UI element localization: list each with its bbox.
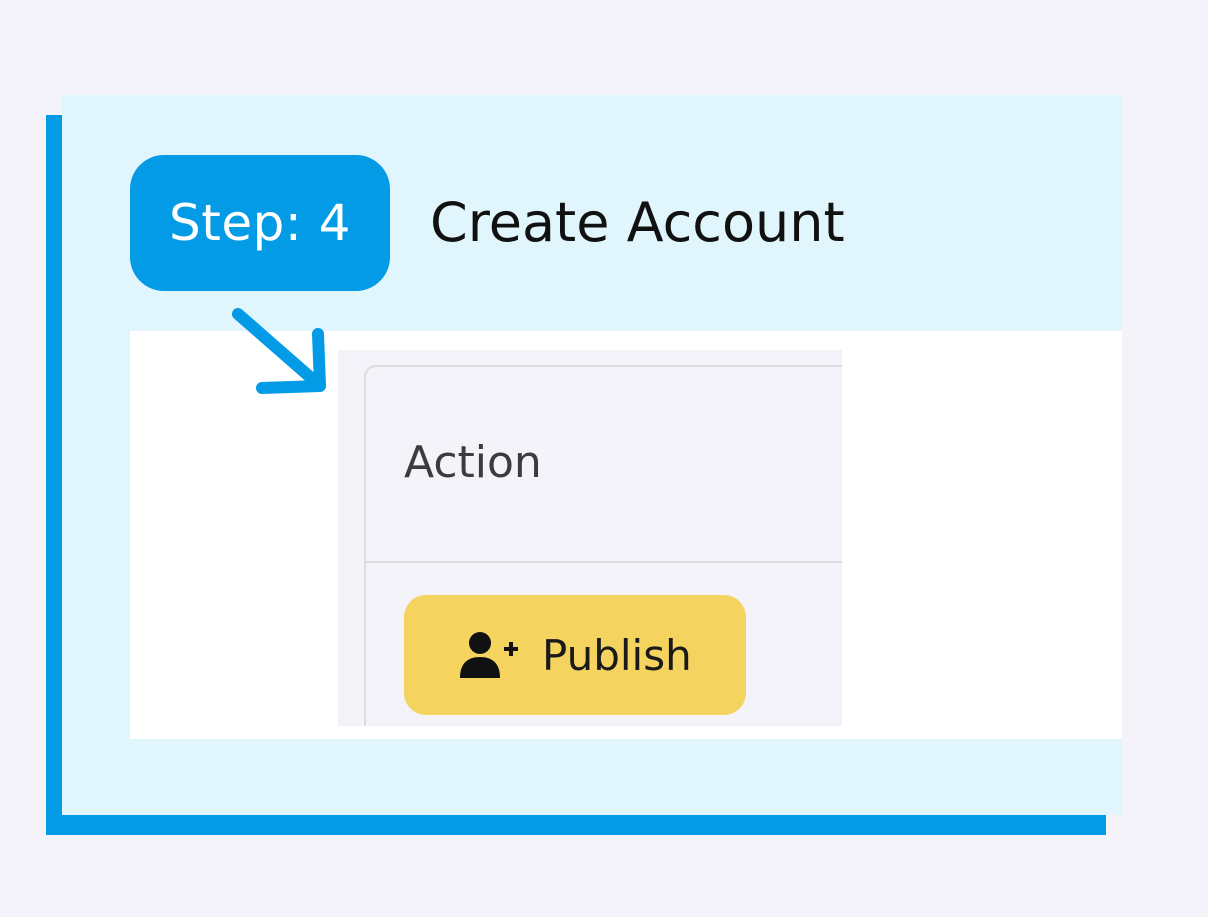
table: Action Publish xyxy=(364,365,842,726)
user-plus-icon xyxy=(460,632,518,678)
step-title: Create Account xyxy=(430,191,845,254)
publish-button-label: Publish xyxy=(542,630,692,680)
step-badge-label: Step: 4 xyxy=(169,194,351,252)
publish-button[interactable]: Publish xyxy=(404,595,746,715)
column-header-action: Action xyxy=(404,437,542,488)
step-badge: Step: 4 xyxy=(130,155,390,291)
ui-snippet: Action Publish xyxy=(338,350,842,726)
table-header-cell: Action xyxy=(366,367,842,563)
pointer-arrow-icon xyxy=(232,308,326,394)
